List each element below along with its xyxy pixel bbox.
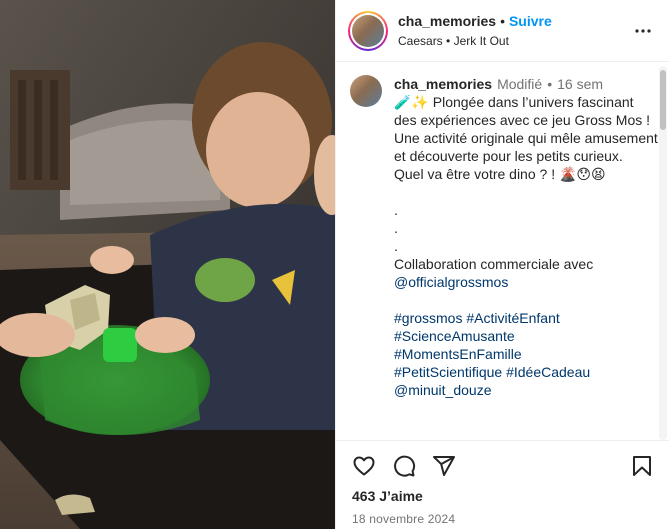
author-username[interactable]: cha_memories [398, 13, 496, 30]
collab-handle-link[interactable]: @officialgrossmos [394, 273, 658, 291]
caption-dot: . [394, 238, 398, 254]
hashtag-line[interactable]: #ScienceAmusante [394, 327, 658, 345]
header-separator: • [500, 12, 505, 29]
bookmark-icon[interactable] [630, 454, 654, 478]
avatar[interactable] [352, 14, 384, 47]
audio-separator: • [446, 33, 451, 48]
edited-label: Modifié [497, 76, 543, 92]
caption-avatar[interactable] [350, 75, 382, 107]
scrollbar-thumb[interactable] [660, 70, 666, 130]
post-side-panel: cha_memories • Suivre Caesars • Jerk It … [335, 0, 669, 529]
comments-scrollbar[interactable] [659, 66, 667, 440]
post-header: cha_memories • Suivre Caesars • Jerk It … [336, 0, 669, 62]
audio-info[interactable]: Caesars • Jerk It Out [398, 34, 631, 48]
post-media[interactable] [0, 0, 335, 529]
hashtag-line[interactable]: #MomentsEnFamille [394, 345, 658, 363]
more-horizontal-icon[interactable] [631, 19, 655, 43]
caption-line-1: 🧪✨ Plongée dans l’univers fascinant des … [394, 94, 651, 128]
post-actions: 463 J’aime 18 novembre 2024 [336, 440, 669, 526]
likes-count[interactable]: 463 J’aime [352, 488, 654, 504]
caption: cha_memories Modifié • 16 sem 🧪✨ Plongée… [350, 75, 658, 399]
hashtag-line[interactable]: #PetitScientifique #IdéeCadeau [394, 363, 658, 381]
caption-line-3: Quel va être votre dino ? ! 🌋😯😫 [394, 166, 606, 182]
send-icon[interactable] [432, 454, 456, 478]
caption-dot: . [394, 202, 398, 218]
comment-icon[interactable] [392, 454, 416, 478]
follow-button[interactable]: Suivre [509, 13, 552, 30]
caption-username[interactable]: cha_memories [394, 75, 492, 93]
audio-artist: Caesars [398, 33, 443, 48]
mention-link[interactable]: @minuit_douze [394, 381, 658, 399]
caption-line-2: Une activité originale qui mêle amusemen… [394, 130, 658, 164]
story-ring[interactable] [348, 10, 388, 51]
caption-separator: • [547, 76, 553, 92]
comments-area[interactable]: cha_memories Modifié • 16 sem 🧪✨ Plongée… [336, 63, 658, 440]
post-photo [0, 0, 335, 529]
hashtag-line[interactable]: #grossmos #ActivitéEnfant [394, 309, 658, 327]
collab-text: Collaboration commerciale avec [394, 256, 594, 272]
post-age[interactable]: 16 sem [557, 75, 603, 93]
post-date[interactable]: 18 novembre 2024 [352, 512, 654, 526]
heart-icon[interactable] [352, 454, 376, 478]
audio-title: Jerk It Out [453, 33, 509, 48]
caption-dot: . [394, 220, 398, 236]
